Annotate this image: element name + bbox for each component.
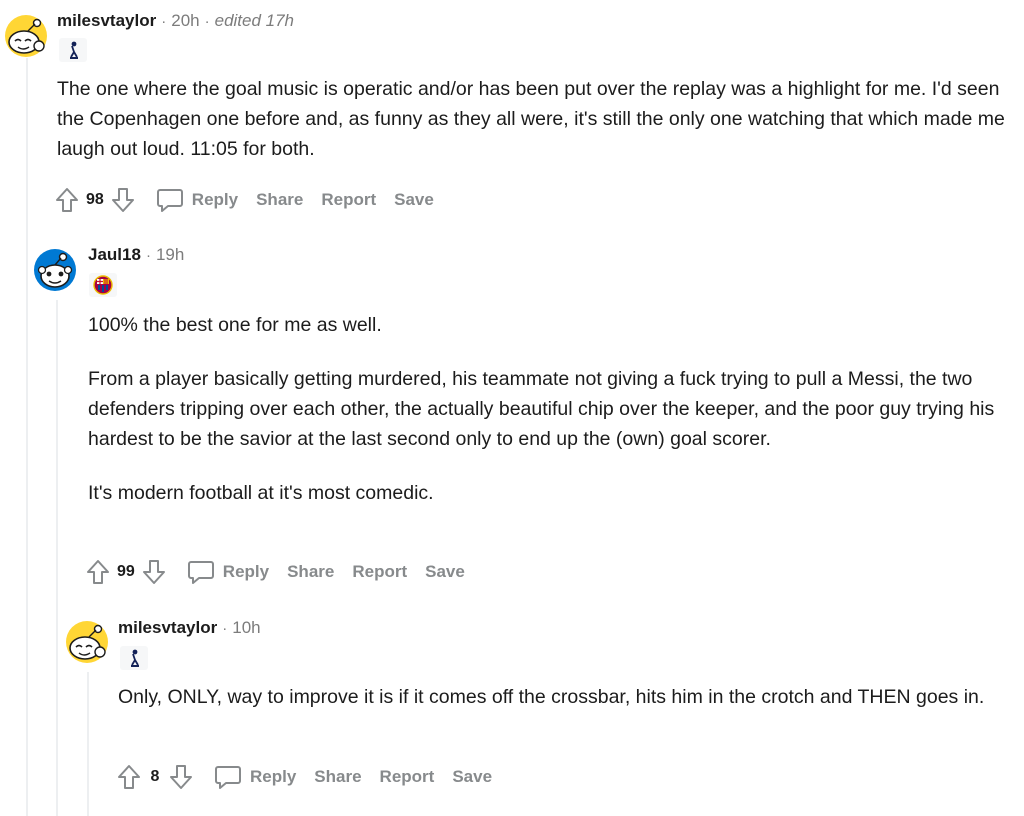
- save-button[interactable]: Save: [394, 190, 434, 210]
- reply-button[interactable]: Reply: [187, 559, 269, 585]
- vote-score: 98: [86, 191, 104, 208]
- comment-actions: 8 Reply Share Report Save: [114, 760, 492, 794]
- save-button[interactable]: Save: [452, 767, 492, 787]
- report-button[interactable]: Report: [321, 190, 376, 210]
- vote-score: 8: [150, 768, 160, 785]
- separator-dot: ·: [145, 247, 151, 264]
- comment-paragraph: From a player basically getting murdered…: [88, 368, 995, 450]
- separator-dot: ·: [222, 620, 228, 637]
- upvote-button[interactable]: [114, 762, 144, 792]
- comment-body: 100% the best one for me as well. From a…: [88, 310, 1008, 526]
- comment-paragraph: The one where the goal music is operatic…: [57, 78, 1005, 160]
- thread-line[interactable]: [87, 672, 89, 816]
- separator-dot: ·: [161, 13, 167, 30]
- avatar[interactable]: [4, 14, 48, 58]
- comment-body: Only, ONLY, way to improve it is if it c…: [118, 682, 998, 730]
- share-button[interactable]: Share: [314, 767, 361, 787]
- vote-score: 99: [117, 563, 135, 580]
- username[interactable]: milesvtaylor: [57, 11, 156, 31]
- username[interactable]: Jaul18: [88, 245, 141, 265]
- upvote-arrow-icon: [118, 765, 140, 789]
- reply-label: Reply: [250, 767, 297, 786]
- comment-bubble-icon: [187, 561, 214, 584]
- thread-line[interactable]: [26, 58, 28, 816]
- reply-button[interactable]: Reply: [214, 764, 296, 790]
- comment-meta: milesvtaylor · 20h · edited 17h: [57, 11, 294, 31]
- downvote-button[interactable]: [166, 762, 196, 792]
- comment-actions: 98 Reply Share Report Save: [52, 183, 434, 217]
- reply-button[interactable]: Reply: [156, 187, 238, 213]
- downvote-arrow-icon: [170, 765, 192, 789]
- username[interactable]: milesvtaylor: [118, 618, 217, 638]
- downvote-arrow-icon: [142, 560, 165, 584]
- comment-body: The one where the goal music is operatic…: [57, 74, 1007, 182]
- comment-paragraph: Only, ONLY, way to improve it is if it c…: [118, 686, 985, 708]
- comment-meta: milesvtaylor · 10h: [118, 618, 261, 638]
- comment-meta: Jaul18 · 19h: [88, 245, 184, 265]
- comment-bubble-icon: [156, 189, 183, 212]
- downvote-button[interactable]: [108, 185, 138, 215]
- separator-dot: ·: [204, 13, 210, 30]
- timestamp[interactable]: 20h: [171, 11, 199, 31]
- upvote-arrow-icon: [56, 188, 78, 212]
- user-flair-barcelona-crest: [89, 273, 117, 297]
- downvote-arrow-icon: [111, 188, 134, 212]
- timestamp[interactable]: 19h: [156, 245, 184, 265]
- share-button[interactable]: Share: [287, 562, 334, 582]
- upvote-button[interactable]: [83, 557, 113, 587]
- reply-label: Reply: [222, 562, 270, 581]
- comment-paragraph: 100% the best one for me as well.: [88, 314, 382, 336]
- save-button[interactable]: Save: [425, 562, 465, 582]
- downvote-button[interactable]: [139, 557, 169, 587]
- avatar[interactable]: [33, 248, 77, 292]
- report-button[interactable]: Report: [352, 562, 407, 582]
- user-flair-spurs-crest: [59, 38, 87, 62]
- share-button[interactable]: Share: [256, 190, 303, 210]
- comment-actions: 99 Reply Share Report Save: [83, 555, 465, 589]
- upvote-button[interactable]: [52, 185, 82, 215]
- comment-paragraph: It's modern football at it's most comedi…: [88, 482, 434, 504]
- reply-label: Reply: [191, 190, 239, 209]
- user-flair-spurs-crest: [120, 646, 148, 670]
- comment-bubble-icon: [215, 766, 241, 789]
- edited-label: edited 17h: [214, 11, 295, 30]
- thread-line[interactable]: [56, 300, 58, 816]
- report-button[interactable]: Report: [380, 767, 435, 787]
- avatar[interactable]: [65, 620, 109, 664]
- timestamp[interactable]: 10h: [232, 618, 260, 638]
- upvote-arrow-icon: [87, 560, 109, 584]
